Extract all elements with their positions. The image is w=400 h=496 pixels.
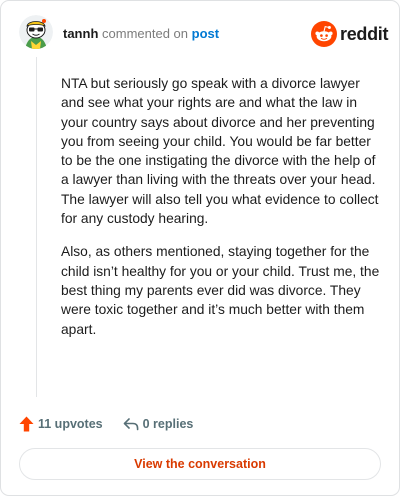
comment-paragraph: NTA but seriously go speak with a divorc…	[61, 76, 379, 227]
user-avatar[interactable]	[19, 15, 53, 49]
reddit-alien-icon	[311, 21, 337, 47]
snoo-avatar-icon	[19, 15, 53, 49]
reply-arrow-icon	[123, 418, 139, 431]
username-link[interactable]: tannh	[63, 26, 98, 41]
comment-body: NTA but seriously go speak with a divorc…	[61, 74, 381, 353]
reddit-wordmark: reddit	[340, 23, 389, 44]
upvote-arrow-icon	[19, 416, 34, 432]
reddit-brand-link[interactable]: reddit	[311, 21, 389, 47]
comment-paragraph: Also, as others mentioned, staying toget…	[61, 244, 380, 337]
comment-embed-card: tannh commented on post reddit NTA but s…	[0, 0, 400, 496]
upvote-count: 11 upvotes	[38, 417, 103, 431]
replies-count: 0 replies	[142, 417, 194, 431]
thread-line	[36, 57, 37, 397]
post-link[interactable]: post	[192, 26, 219, 41]
comment-meta: tannh commented on post	[63, 27, 219, 41]
upvote-button[interactable]: 11 upvotes	[19, 416, 103, 432]
commented-on-text: commented on	[102, 26, 189, 41]
comment-actions: 11 upvotes 0 replies	[19, 415, 193, 433]
view-conversation-button[interactable]: View the conversation	[19, 448, 381, 480]
replies-button[interactable]: 0 replies	[123, 417, 194, 431]
